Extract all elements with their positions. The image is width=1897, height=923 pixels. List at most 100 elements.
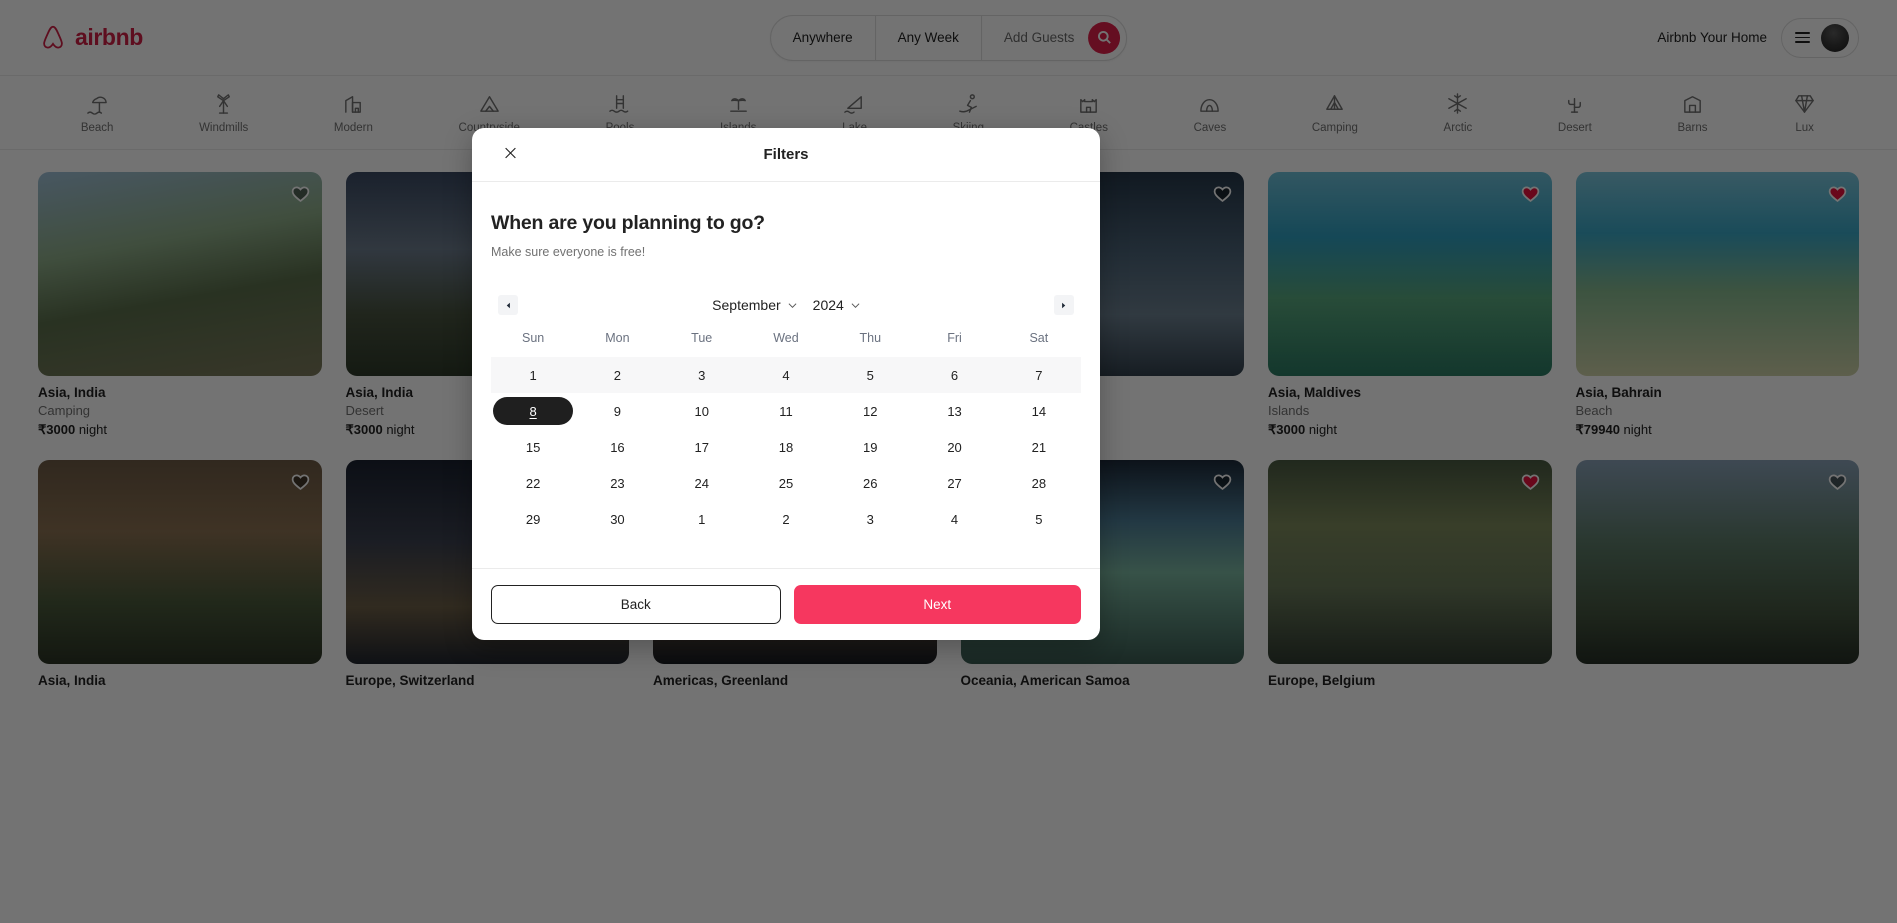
modal-header: Filters <box>472 128 1100 182</box>
year-select[interactable]: 2024 <box>813 297 860 313</box>
close-x-icon[interactable] <box>500 142 521 167</box>
next-month-button[interactable] <box>1053 295 1074 315</box>
calendar-day-label: 22 <box>525 475 541 491</box>
filters-modal: Filters When are you planning to go? Mak… <box>472 128 1100 640</box>
calendar-day-label: 1 <box>698 511 706 527</box>
weekday-header: Mon <box>605 331 630 345</box>
calendar-day-label: 10 <box>694 403 709 419</box>
modal-footer: Back Next <box>472 568 1100 640</box>
calendar-day-label: 15 <box>525 439 541 455</box>
calendar-day-label: 9 <box>613 403 622 419</box>
calendar-day-label: 8 <box>493 397 574 425</box>
calendar-day[interactable]: 10 <box>660 393 744 429</box>
calendar-day-label: 11 <box>779 403 793 419</box>
calendar-day[interactable]: 14 <box>997 393 1081 429</box>
year-value: 2024 <box>812 297 844 313</box>
calendar-selectors: September 2024 <box>712 297 860 313</box>
calendar-week-row: 29 30 1 2 3 4 5 <box>491 501 1081 537</box>
calendar-day-label: 3 <box>866 511 874 527</box>
calendar-day[interactable]: 16 <box>575 429 659 465</box>
calendar-day[interactable]: 19 <box>828 429 912 465</box>
calendar-day-selected[interactable]: 8 <box>491 393 575 429</box>
calendar-day[interactable]: 17 <box>660 429 744 465</box>
calendar-body: 1 2 3 4 5 6 7 8 9 10 11 12 13 14 15 16 17 18 19 20 21 22 23 24 2… <box>491 357 1081 537</box>
calendar-day[interactable]: 28 <box>997 465 1081 501</box>
next-button[interactable]: Next <box>793 585 1081 624</box>
calendar-day-label: 4 <box>950 511 959 527</box>
calendar-day-label: 21 <box>1031 439 1047 455</box>
calendar-day-label: 1 <box>529 367 537 383</box>
calendar-day[interactable]: 30 <box>575 501 659 537</box>
calendar-day[interactable]: 29 <box>491 501 575 537</box>
calendar-day: 1 <box>491 357 576 393</box>
calendar-day-label: 12 <box>863 403 878 419</box>
calendar-day[interactable]: 11 <box>744 393 828 429</box>
weekday-header: Fri <box>947 331 962 345</box>
calendar-day-label: 16 <box>610 439 625 455</box>
calendar-day-label: 24 <box>694 475 709 491</box>
calendar-weekday-row: Sun Mon Tue Wed Thu Fri Sat <box>491 331 1081 357</box>
calendar-week-row: 1 2 3 4 5 6 7 <box>491 357 1081 393</box>
calendar-day-label: 7 <box>1035 367 1043 383</box>
modal-subtitle: Make sure everyone is free! <box>491 245 646 259</box>
calendar-day-label: 19 <box>863 439 878 455</box>
modal-body: When are you planning to go? Make sure e… <box>472 182 1100 568</box>
month-select[interactable]: September <box>712 297 797 313</box>
calendar-day: 1 <box>660 501 744 537</box>
calendar-day-label: 2 <box>613 367 622 383</box>
calendar-day-label: 17 <box>694 439 709 455</box>
calendar-day-label: 29 <box>525 511 541 527</box>
calendar-day-label: 14 <box>1031 403 1047 419</box>
calendar-day-label: 3 <box>698 367 706 383</box>
calendar-day[interactable]: 20 <box>912 429 996 465</box>
weekday-header: Sun <box>522 331 545 345</box>
calendar-day-label: 5 <box>866 367 874 383</box>
calendar-day[interactable]: 26 <box>828 465 912 501</box>
calendar-day[interactable]: 21 <box>997 429 1081 465</box>
calendar-day-label: 4 <box>782 367 790 383</box>
calendar-week-row: 22 23 24 25 26 27 28 <box>491 465 1081 501</box>
calendar-day[interactable]: 18 <box>744 429 828 465</box>
calendar-day-label: 27 <box>947 475 962 491</box>
calendar-day-label: 6 <box>950 367 959 383</box>
calendar-day: 2 <box>744 501 828 537</box>
calendar-day-label: 5 <box>1035 511 1043 527</box>
calendar-day: 2 <box>575 357 660 393</box>
calendar-day: 5 <box>997 501 1081 537</box>
back-button[interactable]: Back <box>491 585 781 624</box>
calendar-day: 6 <box>912 357 997 393</box>
calendar-day[interactable]: 9 <box>575 393 659 429</box>
calendar-day[interactable]: 22 <box>491 465 575 501</box>
weekday-header: Wed <box>773 331 799 345</box>
calendar-day[interactable]: 12 <box>828 393 912 429</box>
calendar-nav: September 2024 <box>491 295 1081 315</box>
calendar-day[interactable]: 25 <box>744 465 828 501</box>
calendar-day-label: 18 <box>778 439 794 455</box>
calendar-day[interactable]: 15 <box>491 429 575 465</box>
calendar-day: 3 <box>659 357 744 393</box>
month-value: September <box>712 297 781 313</box>
calendar-day[interactable]: 13 <box>912 393 996 429</box>
chevron-down-icon <box>851 302 860 308</box>
calendar-week-row: 8 9 10 11 12 13 14 <box>491 393 1081 429</box>
weekday-header: Thu <box>859 331 882 345</box>
prev-month-button[interactable] <box>498 295 518 315</box>
calendar-day-label: 23 <box>610 475 625 491</box>
calendar-day[interactable]: 23 <box>575 465 659 501</box>
weekday-header: Tue <box>691 331 713 345</box>
calendar-day: 4 <box>912 501 996 537</box>
calendar-day: 5 <box>828 357 913 393</box>
chevron-down-icon <box>788 302 797 308</box>
calendar-day-label: 20 <box>947 439 962 455</box>
calendar-day-label: 28 <box>1031 475 1047 491</box>
modal-question: When are you planning to go? <box>491 212 765 234</box>
calendar-week-row: 15 16 17 18 19 20 21 <box>491 429 1081 465</box>
calendar-day-label: 26 <box>863 475 878 491</box>
calendar-day: 7 <box>996 357 1081 393</box>
calendar-day-label: 13 <box>947 403 962 419</box>
calendar-day: 3 <box>828 501 912 537</box>
modal-title: Filters <box>763 146 809 163</box>
weekday-header: Sat <box>1029 331 1049 345</box>
calendar-day[interactable]: 27 <box>912 465 996 501</box>
calendar-day[interactable]: 24 <box>660 465 744 501</box>
